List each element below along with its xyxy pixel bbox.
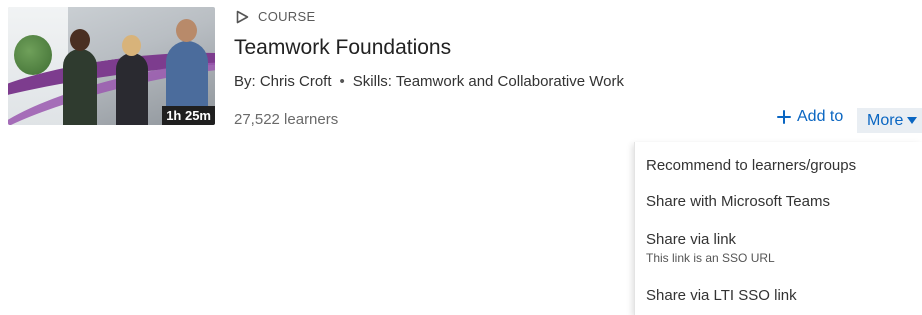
meta-separator: •: [339, 73, 345, 90]
thumbnail-person-head: [176, 19, 197, 42]
menu-item-share-lti[interactable]: Share via LTI SSO link: [646, 287, 797, 304]
course-card: 1h 25m COURSE Teamwork Foundations By: C…: [0, 0, 922, 140]
add-to-label: Add to: [797, 108, 844, 125]
learner-count: 27,522 learners: [234, 111, 339, 128]
add-to-button[interactable]: Add to: [777, 108, 843, 126]
thumbnail-person-head: [70, 29, 90, 51]
menu-item-share-teams[interactable]: Share with Microsoft Teams: [646, 193, 830, 210]
course-skills: Skills: Teamwork and Collaborative Work: [352, 73, 624, 90]
menu-item-share-link[interactable]: Share via link This link is an SSO URL: [646, 231, 775, 265]
play-outline-icon: [236, 10, 249, 23]
more-button[interactable]: More: [857, 108, 922, 133]
menu-item-recommend[interactable]: Recommend to learners/groups: [646, 157, 856, 174]
thumbnail-person: [63, 49, 97, 125]
course-title[interactable]: Teamwork Foundations: [234, 36, 451, 60]
course-author: By: Chris Croft: [234, 73, 332, 90]
thumbnail-person-head: [122, 35, 141, 56]
course-meta: By: Chris Croft • Skills: Teamwork and C…: [234, 73, 624, 90]
plus-icon: [777, 110, 791, 124]
course-thumbnail[interactable]: 1h 25m: [8, 7, 215, 125]
share-link-sublabel: This link is an SSO URL: [646, 251, 775, 265]
more-dropdown-menu: Recommend to learners/groups Share with …: [634, 142, 922, 315]
caret-down-icon: [907, 116, 918, 124]
thumbnail-plant: [14, 35, 52, 75]
duration-badge: 1h 25m: [162, 106, 215, 125]
content-type-label: COURSE: [258, 9, 316, 24]
more-label: More: [867, 111, 904, 129]
content-type: COURSE: [236, 9, 315, 24]
share-link-label: Share via link: [646, 231, 737, 248]
thumbnail-person: [116, 53, 148, 125]
